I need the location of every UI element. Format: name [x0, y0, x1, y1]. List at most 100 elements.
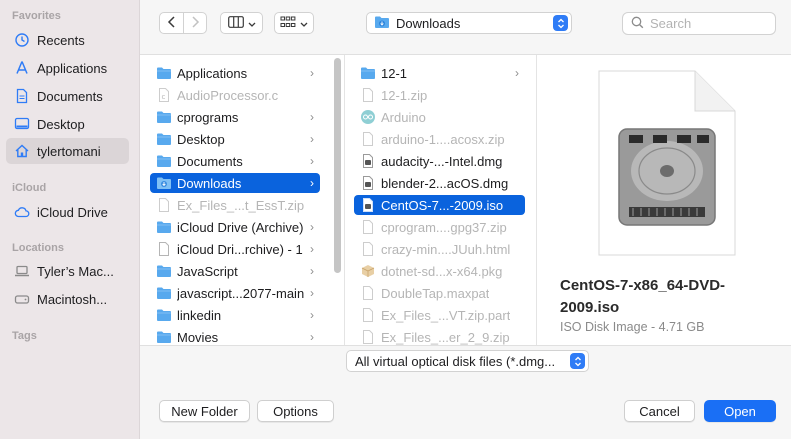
item-name: Desktop — [177, 131, 225, 147]
applications-icon — [14, 60, 30, 76]
new-folder-button[interactable]: New Folder — [159, 400, 250, 422]
list-item[interactable]: iCloud Dri...rchive) - 1 › — [150, 239, 320, 259]
chevron-right-icon: › — [310, 264, 314, 278]
iso-file-icon — [360, 197, 376, 213]
sidebar-item-label: Recents — [37, 32, 85, 48]
list-item[interactable]: DoubleTap.maxpat — [354, 283, 525, 303]
list-item[interactable]: Movies › — [150, 327, 320, 345]
item-name: 12-1 — [381, 65, 408, 81]
item-name: DoubleTap.maxpat — [381, 285, 490, 301]
popup-arrows-icon — [553, 15, 568, 31]
columns-view-icon — [227, 15, 244, 31]
file-type-popup[interactable]: All virtual optical disk files (*.dmg... — [346, 350, 589, 372]
folder-icon — [156, 153, 172, 169]
list-item[interactable]: dotnet-sd...x-x64.pkg — [354, 261, 525, 281]
file-icon — [360, 219, 376, 235]
toolbar: Downloads Search — [140, 0, 791, 55]
folder-icon — [360, 65, 376, 81]
grid-icon — [280, 16, 296, 31]
item-name: linkedin — [177, 307, 222, 323]
sidebar-item-label: iCloud Drive — [37, 204, 108, 220]
item-name: crazy-min....JUuh.html — [381, 241, 511, 257]
laptop-icon — [14, 263, 30, 279]
column-scrollbar[interactable] — [334, 58, 341, 273]
c-file-icon: c — [156, 87, 172, 103]
list-item[interactable]: 12-1.zip — [354, 85, 525, 105]
preview-pane: CentOS-7-x86_64-DVD-2009.iso ISO Disk Im… — [537, 55, 791, 345]
list-item[interactable]: javascript...2077-main › — [150, 283, 320, 303]
list-item[interactable]: c AudioProcessor.c — [150, 85, 320, 105]
sidebar-item-desktop[interactable]: Desktop — [6, 111, 129, 137]
list-item[interactable]: cprograms › — [150, 107, 320, 127]
path-popup[interactable]: Downloads — [366, 12, 572, 34]
chevron-right-icon: › — [310, 176, 314, 190]
sidebar-item-home[interactable]: tylertomani — [6, 138, 129, 164]
sidebar-heading-icloud: iCloud — [12, 182, 47, 194]
search-field[interactable]: Search — [622, 12, 776, 35]
cancel-button[interactable]: Cancel — [624, 400, 695, 422]
folder-icon — [156, 219, 172, 235]
folder-icon — [156, 109, 172, 125]
chevron-right-icon: › — [310, 132, 314, 146]
list-item[interactable]: Desktop › — [150, 129, 320, 149]
preview-file-info: ISO Disk Image - 4.71 GB — [560, 320, 705, 334]
list-item[interactable]: cprogram....gpg37.zip — [354, 217, 525, 237]
list-item[interactable]: Ex_Files_...t_EssT.zip — [150, 195, 320, 215]
list-item[interactable]: arduino-1....acosx.zip — [354, 129, 525, 149]
disk-image-icon — [360, 153, 376, 169]
list-item[interactable]: blender-2...acOS.dmg — [354, 173, 525, 193]
list-item[interactable]: iCloud Drive (Archive) › — [150, 217, 320, 237]
list-item[interactable]: 12-1 › — [354, 63, 525, 83]
list-item[interactable]: linkedin › — [150, 305, 320, 325]
svg-text:c: c — [162, 93, 166, 101]
format-bar: All virtual optical disk files (*.dmg... — [140, 345, 791, 381]
item-name: Downloads — [177, 175, 242, 191]
sidebar-heading-locations: Locations — [12, 242, 64, 254]
back-button[interactable] — [160, 13, 183, 33]
chevron-right-icon: › — [310, 154, 314, 168]
list-item[interactable]: JavaScript › — [150, 261, 320, 281]
file-icon — [360, 329, 376, 345]
sidebar-item-mac[interactable]: Tyler’s Mac... — [6, 258, 129, 284]
path-label: Downloads — [396, 15, 461, 31]
sidebar-item-label: Applications — [37, 60, 108, 76]
sidebar-item-macintosh-hd[interactable]: Macintosh... — [6, 286, 129, 312]
list-item[interactable]: crazy-min....JUuh.html — [354, 239, 525, 259]
list-item[interactable]: Arduino — [354, 107, 525, 127]
sidebar-item-applications[interactable]: Applications — [6, 55, 129, 81]
list-item-selected[interactable]: Downloads › — [150, 173, 320, 193]
sidebar-item-recents[interactable]: Recents — [6, 27, 129, 53]
chevron-right-icon: › — [310, 220, 314, 234]
sidebar-item-documents[interactable]: Documents — [6, 83, 129, 109]
item-name: Ex_Files_...er_2_9.zip — [381, 329, 510, 345]
file-icon — [360, 285, 376, 301]
item-name: cprograms — [177, 109, 239, 125]
forward-button[interactable] — [183, 13, 206, 33]
folder-icon — [156, 307, 172, 323]
arduino-icon — [360, 109, 376, 125]
group-by-button[interactable] — [274, 12, 314, 34]
list-item[interactable]: audacity-...-Intel.dmg — [354, 151, 525, 171]
sidebar-item-label: tylertomani — [37, 143, 101, 159]
list-item[interactable]: Ex_Files_...er_2_9.zip — [354, 327, 525, 345]
item-name: iCloud Dri...rchive) - 1 — [177, 241, 303, 257]
sidebar-item-icloud-drive[interactable]: iCloud Drive — [6, 199, 129, 225]
clock-icon — [14, 32, 30, 48]
file-icon — [360, 241, 376, 257]
open-button[interactable]: Open — [704, 400, 776, 422]
sidebar-item-label: Macintosh... — [37, 291, 108, 307]
view-mode-button[interactable] — [220, 12, 263, 34]
file-icon — [156, 197, 172, 213]
list-item[interactable]: Documents › — [150, 151, 320, 171]
options-button[interactable]: Options — [257, 400, 334, 422]
item-name: javascript...2077-main — [177, 285, 305, 301]
list-item-selected[interactable]: CentOS-7...-2009.iso — [354, 195, 525, 215]
item-name: Documents — [177, 153, 243, 169]
list-item[interactable]: Applications › — [150, 63, 320, 83]
chevron-right-icon — [190, 15, 200, 31]
column-home: Applications › c AudioProcessor.c cprogr… — [140, 55, 345, 345]
navigation-buttons — [159, 12, 207, 34]
preview-file-name: CentOS-7-x86_64-DVD-2009.iso — [560, 277, 726, 316]
list-item[interactable]: Ex_Files_...VT.zip.part — [354, 305, 525, 325]
downloads-folder-icon — [374, 15, 390, 32]
